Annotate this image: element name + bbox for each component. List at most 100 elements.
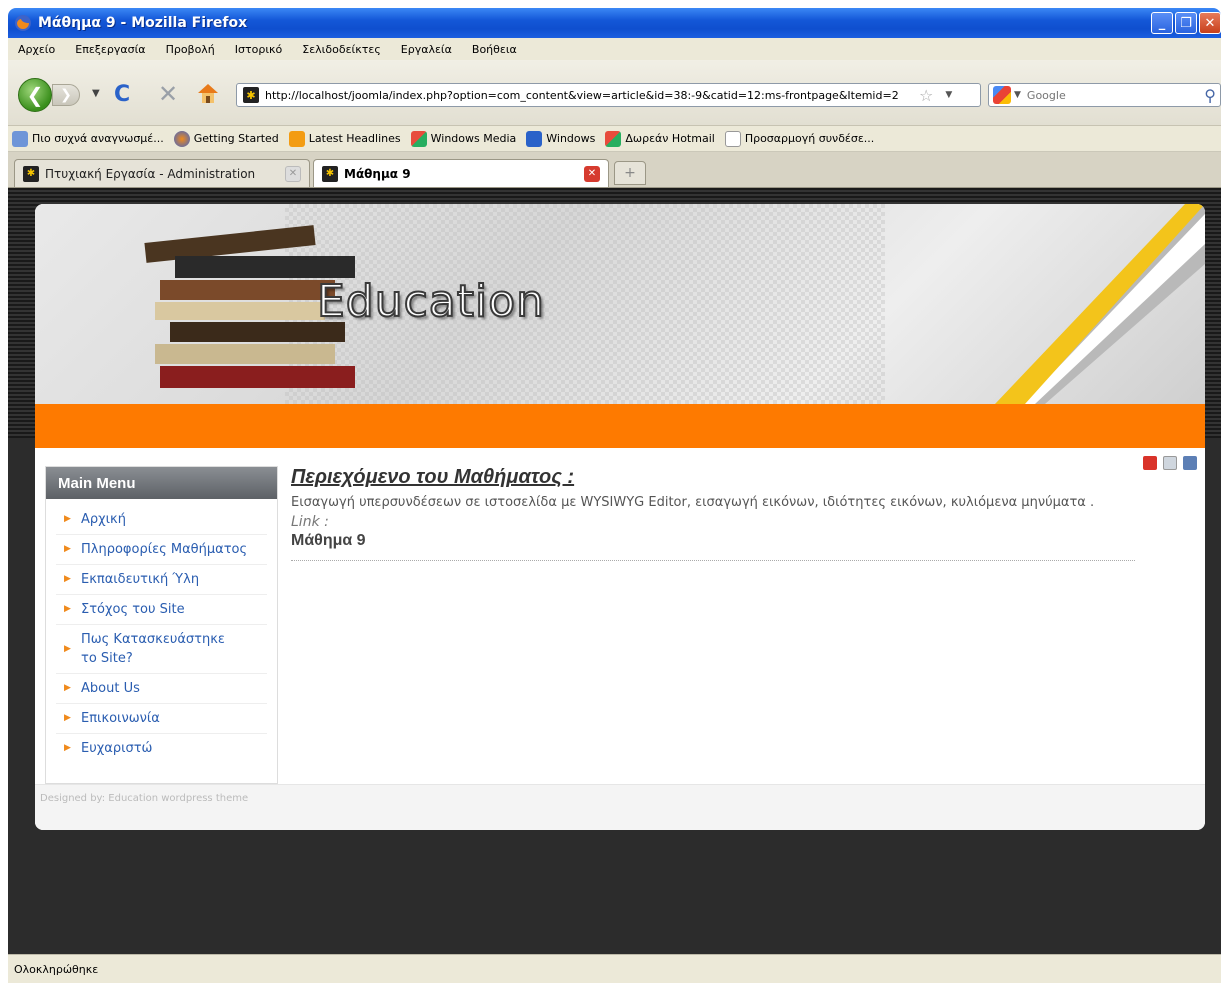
- bullet-icon: ▶: [64, 544, 71, 554]
- engine-dropdown-icon[interactable]: ▼: [1014, 90, 1021, 100]
- site-footer: Designed by: Education wordpress theme: [35, 784, 1205, 830]
- menu-history[interactable]: Ιστορικό: [235, 43, 283, 56]
- menu-item-label: Πως Κατασκευάστηκε το Site?: [81, 632, 225, 666]
- bookmark-label: Getting Started: [193, 132, 279, 145]
- menu-item-label: Στόχος του Site: [81, 602, 185, 617]
- menu-file[interactable]: Αρχείο: [18, 43, 55, 56]
- stop-icon[interactable]: ✕: [158, 80, 178, 108]
- bookmark-label: Windows: [546, 132, 596, 145]
- bookmark-label: Δωρεάν Hotmail: [625, 132, 715, 145]
- page-icon: [724, 130, 741, 147]
- menu-item-label: Εκπαιδευτική Ύλη: [81, 572, 200, 587]
- firefox-icon: [15, 15, 31, 31]
- joomla-site-icon: ✱: [243, 87, 259, 103]
- menu-item-label: Επικοινωνία: [81, 711, 160, 726]
- menu-item-how-built[interactable]: ▶ Πως Κατασκευάστηκε το Site?: [56, 625, 267, 674]
- main-menu-module: Main Menu ▶ Αρχική ▶ Πληροφορίες Μαθήματος…: [45, 466, 278, 784]
- menu-edit[interactable]: Επεξεργασία: [75, 43, 145, 56]
- article-lesson: Μάθημα 9: [291, 532, 366, 549]
- site-header: Education: [35, 204, 1205, 404]
- maximize-button[interactable]: ❐: [1175, 12, 1197, 34]
- tab-strip: ✱ Πτυχιακή Εργασία - Administration ✕ ✱ …: [8, 152, 1221, 188]
- menu-item-about-us[interactable]: ▶ About Us: [56, 674, 267, 704]
- minimize-button[interactable]: _: [1151, 12, 1173, 34]
- site-container: Education Main Menu ▶ Αρχική ▶ Πληροφορίες…: [35, 204, 1205, 830]
- site-title: Education: [316, 275, 546, 328]
- forward-button[interactable]: ❯: [52, 84, 80, 106]
- bookmark-star-icon[interactable]: ☆: [919, 86, 933, 105]
- bullet-icon: ▶: [64, 644, 71, 654]
- menu-item-materials[interactable]: ▶ Εκπαιδευτική Ύλη: [56, 565, 267, 595]
- menu-item-label: Αρχική: [81, 512, 126, 527]
- menu-item-label: Ευχαριστώ: [81, 741, 153, 756]
- web-page: Education Main Menu ▶ Αρχική ▶ Πληροφορίες…: [8, 188, 1221, 954]
- firefox-icon: [173, 130, 190, 147]
- tab-administration[interactable]: ✱ Πτυχιακή Εργασία - Administration ✕: [14, 159, 310, 187]
- reload-icon[interactable]: C: [114, 82, 130, 107]
- article-title[interactable]: Περιεχόμενο του Μαθήματος :: [291, 466, 1141, 489]
- menu-help[interactable]: Βοήθεια: [472, 43, 517, 56]
- bookmark-windows[interactable]: Windows: [526, 130, 596, 147]
- home-icon[interactable]: [196, 82, 220, 104]
- menu-item-thanks[interactable]: ▶ Ευχαριστώ: [56, 734, 267, 763]
- menu-bar: Αρχείο Επεξεργασία Προβολή Ιστορικό Σελι…: [8, 38, 1221, 60]
- close-tab-icon[interactable]: ✕: [285, 165, 301, 182]
- bookmark-most-visited[interactable]: Πιο συχνά αναγνωσμέ...: [12, 130, 164, 147]
- joomla-tab-icon: ✱: [23, 165, 39, 182]
- address-bar[interactable]: ✱ http://localhost/joomla/index.php?opti…: [236, 83, 981, 107]
- navigation-toolbar: ❮ ❯ ▼ C ✕ ✱ http://localhost/joomla/inde…: [8, 60, 1221, 126]
- menu-item-site-goal[interactable]: ▶ Στόχος του Site: [56, 595, 267, 625]
- bookmark-getting-started[interactable]: Getting Started: [173, 130, 279, 147]
- bookmark-windows-media[interactable]: Windows Media: [410, 130, 516, 147]
- email-icon[interactable]: [1183, 456, 1197, 470]
- bullet-icon: ▶: [64, 683, 71, 693]
- menu-item-home[interactable]: ▶ Αρχική: [56, 505, 267, 535]
- back-button[interactable]: ❮: [18, 78, 52, 112]
- footer-credit: Designed by: Education wordpress theme: [40, 793, 249, 804]
- print-icon[interactable]: [1163, 456, 1177, 470]
- search-icon[interactable]: ⚲: [1204, 86, 1216, 105]
- url-dropdown-icon[interactable]: ▼: [945, 90, 952, 100]
- bullet-icon: ▶: [64, 713, 71, 723]
- main-menu-list: ▶ Αρχική ▶ Πληροφορίες Μαθήματος ▶ Εκπαιδευ…: [46, 499, 277, 763]
- article-body: Εισαγωγή υπερσυνδέσεων σε ιστοσελίδα με …: [291, 495, 1095, 510]
- windows-logo-icon: [410, 130, 427, 147]
- new-tab-button[interactable]: +: [614, 161, 646, 185]
- bookmark-label: Πιο συχνά αναγνωσμέ...: [32, 132, 164, 145]
- menu-item-label: Πληροφορίες Μαθήματος: [81, 542, 248, 557]
- article-actions: [1143, 456, 1197, 470]
- main-menu-heading: Main Menu: [46, 467, 277, 499]
- bullet-icon: ▶: [64, 743, 71, 753]
- bookmark-customize-links[interactable]: Προσαρμογή συνδέσε...: [724, 130, 874, 147]
- status-text: Ολοκληρώθηκε: [14, 962, 99, 976]
- bookmark-hotmail[interactable]: Δωρεάν Hotmail: [605, 130, 715, 147]
- tab-lesson-9[interactable]: ✱ Μάθημα 9 ✕: [313, 159, 609, 187]
- history-dropdown-icon[interactable]: ▼: [92, 88, 100, 99]
- search-input[interactable]: [1026, 88, 1187, 102]
- tab-label: Μάθημα 9: [344, 166, 411, 181]
- bullet-icon: ▶: [64, 604, 71, 614]
- bookmark-label: Latest Headlines: [308, 132, 401, 145]
- menu-view[interactable]: Προβολή: [166, 43, 215, 56]
- bookmark-latest-headlines[interactable]: Latest Headlines: [288, 130, 401, 147]
- pdf-icon[interactable]: [1143, 456, 1157, 470]
- url-text[interactable]: http://localhost/joomla/index.php?option…: [265, 89, 915, 102]
- header-stripes-decor: [995, 204, 1205, 404]
- close-tab-icon[interactable]: ✕: [584, 165, 600, 182]
- article-content: Περιεχόμενο του Μαθήματος : Εισαγωγή υπε…: [291, 466, 1141, 561]
- bookmarks-toolbar: Πιο συχνά αναγνωσμέ... Getting Started L…: [8, 126, 1221, 152]
- menu-item-contact[interactable]: ▶ Επικοινωνία: [56, 704, 267, 734]
- menu-bookmarks[interactable]: Σελιδοδείκτες: [302, 43, 381, 56]
- window-controls: _ ❐ ✕: [1151, 12, 1221, 34]
- menu-item-label: About Us: [81, 681, 140, 696]
- menu-item-course-info[interactable]: ▶ Πληροφορίες Μαθήματος: [56, 535, 267, 565]
- close-window-button[interactable]: ✕: [1199, 12, 1221, 34]
- tab-label: Πτυχιακή Εργασία - Administration: [45, 166, 256, 181]
- article-link-label: Link :: [291, 514, 329, 530]
- search-box[interactable]: ▼ ⚲: [988, 83, 1221, 107]
- joomla-tab-icon: ✱: [322, 165, 338, 182]
- menu-tools[interactable]: Εργαλεία: [401, 43, 452, 56]
- google-engine-icon[interactable]: [993, 86, 1011, 104]
- rss-icon: [288, 130, 305, 147]
- window-titlebar: Μάθημα 9 - Mozilla Firefox _ ❐ ✕: [8, 8, 1221, 38]
